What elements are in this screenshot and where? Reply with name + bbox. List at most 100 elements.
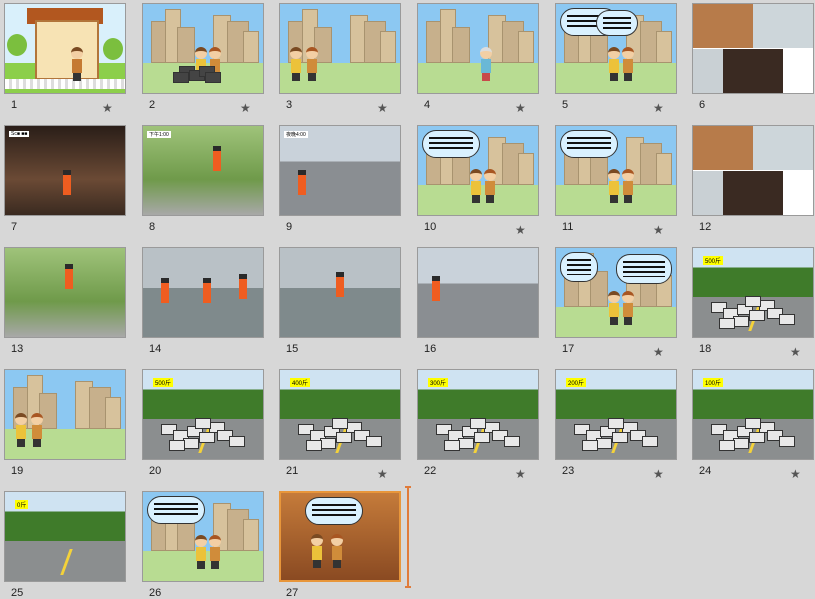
time-badge: 夜晚4:00 xyxy=(284,131,308,138)
slide-transition-star-icon[interactable] xyxy=(377,467,388,481)
slide-thumbnail-22[interactable]: 300斤 xyxy=(417,369,539,460)
slide-thumbnail-3[interactable] xyxy=(279,3,401,94)
slide-transition-star-icon[interactable] xyxy=(515,223,526,237)
slide-number: 19 xyxy=(11,465,24,477)
boy-figure xyxy=(290,47,302,81)
slide-thumbnail-25[interactable]: 0斤 xyxy=(4,491,126,582)
slide-number: 14 xyxy=(149,343,162,355)
girl-figure xyxy=(622,291,634,325)
slide-transition-star-icon[interactable] xyxy=(515,101,526,115)
slide-thumbnail-9[interactable]: 夜晚4:00 xyxy=(279,125,401,216)
weight-tag: 100斤 xyxy=(703,378,724,387)
slide-number: 4 xyxy=(424,99,431,111)
sanitation-worker xyxy=(161,278,169,303)
sanitation-worker xyxy=(239,274,247,299)
slide-thumbnail-15[interactable] xyxy=(279,247,401,338)
speech-bubble xyxy=(596,10,638,36)
slide-number: 20 xyxy=(149,465,162,477)
sanitation-worker xyxy=(63,170,71,195)
boy-figure xyxy=(15,413,27,447)
building xyxy=(518,152,534,185)
trash-bag xyxy=(779,436,795,447)
slide-number: 5 xyxy=(562,99,569,111)
photo xyxy=(143,126,263,215)
slide-thumbnail-16[interactable] xyxy=(417,247,539,338)
slide-thumbnail-24[interactable]: 100斤 xyxy=(692,369,814,460)
trash-bag xyxy=(336,432,352,443)
slide-number: 7 xyxy=(11,221,18,233)
slide-thumbnail-6[interactable] xyxy=(692,3,814,94)
trash-bag xyxy=(183,438,199,449)
girl-figure xyxy=(484,169,496,203)
building xyxy=(243,30,259,63)
slide-transition-star-icon[interactable] xyxy=(653,223,664,237)
trash-bag xyxy=(719,440,735,451)
trash-bag xyxy=(745,296,761,307)
slide-number: 13 xyxy=(11,343,24,355)
slide-thumbnail-20[interactable]: 500斤 xyxy=(142,369,264,460)
tree xyxy=(7,34,27,56)
slide-thumbnail-11[interactable] xyxy=(555,125,677,216)
boy-figure xyxy=(608,169,620,203)
trash-bag xyxy=(719,318,735,329)
slide-thumbnail-17[interactable] xyxy=(555,247,677,338)
slide-number: 1 xyxy=(11,99,18,111)
slide-thumbnail-18[interactable]: 500斤 xyxy=(692,247,814,338)
slide-thumbnail-27[interactable] xyxy=(279,491,401,582)
grandma-figure xyxy=(480,47,492,81)
slide-transition-star-icon[interactable] xyxy=(790,467,801,481)
slide-thumbnail-1[interactable] xyxy=(4,3,126,94)
slide-thumbnail-8[interactable]: 下午1:00 xyxy=(142,125,264,216)
boy-figure xyxy=(311,534,323,568)
slide-thumbnail-12[interactable] xyxy=(692,125,814,216)
trash-bag xyxy=(749,432,765,443)
building xyxy=(656,30,672,63)
trash-bag xyxy=(745,418,761,429)
tree xyxy=(103,38,123,60)
trash-bag xyxy=(474,432,490,443)
slide-transition-star-icon[interactable] xyxy=(240,101,251,115)
slide-transition-star-icon[interactable] xyxy=(653,101,664,115)
boy-figure xyxy=(608,47,620,81)
building xyxy=(380,30,396,63)
building xyxy=(452,26,470,63)
slide-number: 22 xyxy=(424,465,437,477)
girl-figure xyxy=(31,413,43,447)
trash-bag xyxy=(169,440,185,451)
photo-tile xyxy=(693,4,753,48)
slide-number: 11 xyxy=(562,221,574,233)
slide-transition-star-icon[interactable] xyxy=(377,101,388,115)
boy-figure xyxy=(71,47,83,81)
slide-thumbnail-26[interactable] xyxy=(142,491,264,582)
slide-thumbnail-19[interactable] xyxy=(4,369,126,460)
weight-tag: 300斤 xyxy=(428,378,449,387)
slide-transition-star-icon[interactable] xyxy=(790,345,801,359)
slide-transition-star-icon[interactable] xyxy=(653,467,664,481)
slide-number: 10 xyxy=(424,221,437,233)
trash-bag xyxy=(205,72,221,83)
slide-transition-star-icon[interactable] xyxy=(653,345,664,359)
slide-transition-star-icon[interactable] xyxy=(515,467,526,481)
trash-bag xyxy=(366,436,382,447)
time-badge: 下午1:00 xyxy=(147,131,171,138)
trash-bag xyxy=(229,436,245,447)
slide-thumbnail-5[interactable] xyxy=(555,3,677,94)
trash-bag xyxy=(608,418,624,429)
fence xyxy=(5,79,125,89)
slide-thumbnail-13[interactable] xyxy=(4,247,126,338)
slide-thumbnail-21[interactable]: 400斤 xyxy=(279,369,401,460)
slide-thumbnail-23[interactable]: 200斤 xyxy=(555,369,677,460)
slide-number: 26 xyxy=(149,587,162,599)
slide-thumbnail-4[interactable] xyxy=(417,3,539,94)
speech-bubble xyxy=(422,130,480,158)
boy-figure xyxy=(195,535,207,569)
slide-thumbnail-10[interactable] xyxy=(417,125,539,216)
weight-tag: 0斤 xyxy=(15,500,29,509)
slide-thumbnail-2[interactable] xyxy=(142,3,264,94)
slide-thumbnail-14[interactable] xyxy=(142,247,264,338)
photo-tile xyxy=(723,49,783,93)
house xyxy=(35,20,99,80)
slide-thumbnail-7[interactable]: Sc■ ■■ xyxy=(4,125,126,216)
slide-transition-star-icon[interactable] xyxy=(102,101,113,115)
weight-tag: 500斤 xyxy=(153,378,174,387)
